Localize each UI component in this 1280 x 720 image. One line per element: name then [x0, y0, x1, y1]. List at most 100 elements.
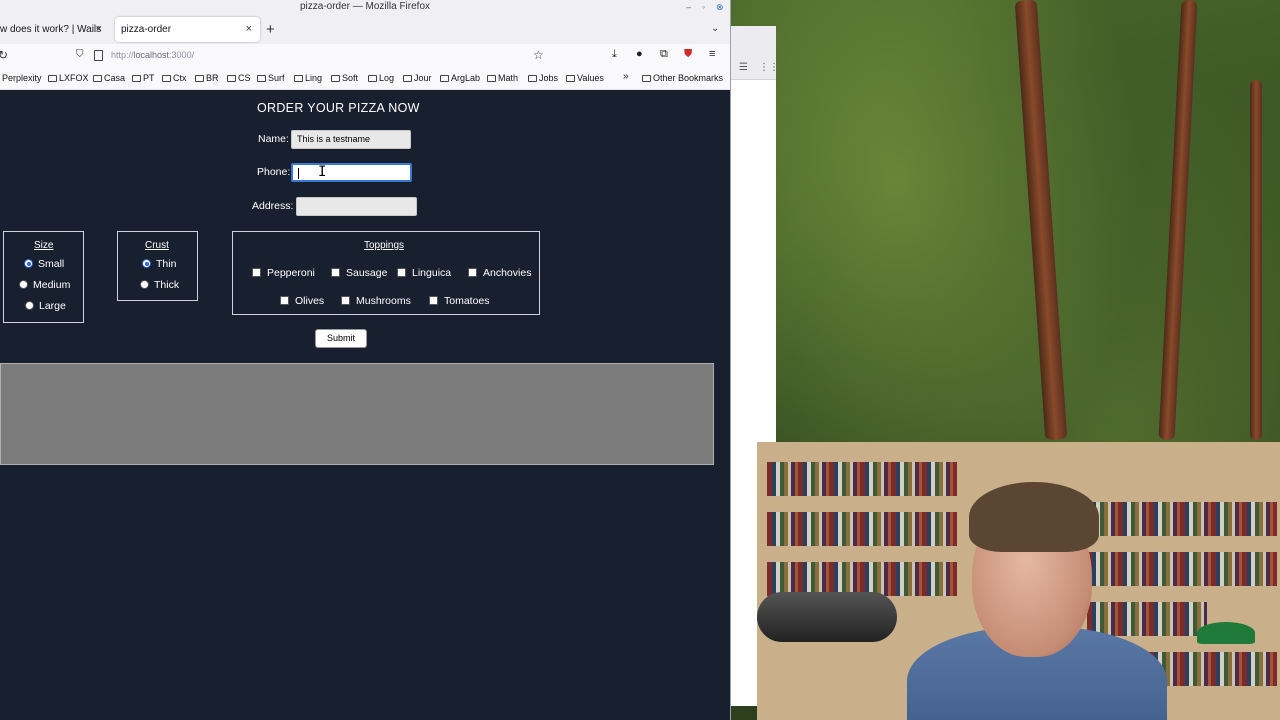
checkbox[interactable] [252, 268, 261, 277]
close-tab-icon[interactable]: × [96, 17, 102, 42]
toppings-fieldset: Toppings Pepperoni Sausage Linguica Anch… [232, 231, 540, 315]
checkbox[interactable] [468, 268, 477, 277]
bookmark-folder[interactable]: CS [227, 73, 251, 83]
crust-legend: Crust [145, 240, 169, 251]
tab-label: w does it work? | Wails [0, 24, 102, 35]
ublock-icon[interactable]: ⛊ [684, 48, 692, 61]
close-tab-icon[interactable]: × [246, 17, 252, 42]
bookmark-folder[interactable]: PT [132, 73, 155, 83]
address-field[interactable] [296, 197, 417, 216]
folder-icon [566, 75, 575, 82]
folder-icon [48, 75, 57, 82]
folder-icon [227, 75, 236, 82]
other-bookmarks[interactable]: Other Bookmarks [642, 73, 723, 83]
folder-icon [368, 75, 377, 82]
bookmark-folder[interactable]: Surf [257, 73, 285, 83]
minimize-icon[interactable]: – [686, 0, 691, 14]
window-titlebar: pizza-order — Mozilla Firefox – ◦ ⊗ [0, 0, 730, 14]
topping-olives[interactable]: Olives [280, 295, 324, 307]
checkbox[interactable] [429, 296, 438, 305]
size-option-medium[interactable]: Medium [19, 279, 70, 291]
folder-icon [162, 75, 171, 82]
bookmark-star-icon[interactable]: ☆ [533, 48, 544, 62]
tab-wails[interactable]: w does it work? | Wails × [0, 17, 110, 42]
name-label: Name: [258, 133, 289, 145]
bookmark-folder[interactable]: Values [566, 73, 604, 83]
bookmark-folder[interactable]: Ctx [162, 73, 187, 83]
downloads-icon[interactable]: ⤓ [612, 48, 617, 61]
crust-option-thin[interactable]: Thin [142, 258, 176, 270]
window-title: pizza-order — Mozilla Firefox [299, 1, 431, 12]
bookmark-folder[interactable]: Log [368, 73, 394, 83]
size-option-large[interactable]: Large [25, 300, 66, 312]
navigation-bar: ↻ ⛉ http://localhost:3000/ ☆ ⤓ ● ⧉ ⛊ ≡ [0, 44, 730, 68]
radio-button[interactable] [19, 280, 28, 289]
toppings-legend: Toppings [364, 240, 405, 251]
checkbox[interactable] [331, 268, 340, 277]
tab-label: pizza-order [121, 24, 172, 35]
bookmarks-toolbar: Perplexity LXFOX Casa PT Ctx BR CS Surf … [0, 68, 730, 90]
new-tab-button[interactable]: + [266, 17, 275, 42]
topping-anchovies[interactable]: Anchovies [468, 267, 531, 279]
address-label: Address: [252, 200, 294, 212]
bookmark-folder[interactable]: Math [487, 73, 518, 83]
extensions-icon[interactable]: ⧉ [660, 48, 668, 61]
tracking-protection-icon[interactable]: ⛉ [76, 49, 84, 60]
radio-button[interactable] [140, 280, 149, 289]
account-icon[interactable]: ● [636, 48, 643, 60]
topping-linguica[interactable]: Linguica [397, 267, 451, 279]
reload-icon[interactable]: ↻ [0, 48, 8, 62]
size-legend: Size [34, 240, 54, 251]
camera-equipment [757, 592, 897, 642]
topping-pepperoni[interactable]: Pepperoni [252, 267, 315, 279]
crust-fieldset: Crust Thin Thick [117, 231, 198, 301]
folder-icon [93, 75, 102, 82]
tab-pizza-order[interactable]: pizza-order × [115, 17, 260, 42]
list-all-tabs-icon[interactable]: ⌄ [711, 23, 719, 34]
webcam-overlay [757, 442, 1280, 720]
checkbox[interactable] [341, 296, 350, 305]
person-hair [969, 482, 1099, 552]
bookmark-folder[interactable]: BR [195, 73, 219, 83]
bookmark-folder[interactable]: Casa [93, 73, 125, 83]
folder-icon [487, 75, 496, 82]
page-title: ORDER YOUR PIZZA NOW [257, 101, 420, 115]
bookmark-folder[interactable]: Soft [331, 73, 358, 83]
radio-button[interactable] [142, 259, 151, 268]
phone-field[interactable] [291, 163, 412, 182]
folder-icon [257, 75, 266, 82]
desk-lamp [1197, 622, 1255, 644]
phone-label: Phone: [257, 166, 291, 178]
radio-button[interactable] [24, 259, 33, 268]
crust-option-thick[interactable]: Thick [140, 279, 179, 291]
url-bar[interactable]: http://localhost:3000/ [111, 50, 194, 60]
topping-tomatoes[interactable]: Tomatoes [429, 295, 490, 307]
name-field[interactable]: This is a testname [291, 130, 411, 149]
page-info-icon[interactable] [94, 50, 103, 61]
bookmark-folder[interactable]: Jour [403, 73, 432, 83]
bookmark-folder[interactable]: Ling [294, 73, 322, 83]
radio-button[interactable] [25, 301, 34, 310]
bookmark-item[interactable]: Perplexity [2, 73, 42, 83]
text-caret [298, 168, 299, 179]
checkbox[interactable] [280, 296, 289, 305]
size-fieldset: Size Small Medium Large [3, 231, 84, 323]
topping-sausage[interactable]: Sausage [331, 267, 387, 279]
size-option-small[interactable]: Small [24, 258, 64, 270]
close-window-icon[interactable]: ⊗ [716, 0, 724, 14]
output-textarea[interactable] [0, 363, 714, 465]
folder-icon [195, 75, 204, 82]
menu-icon[interactable]: ≡ [709, 48, 715, 60]
submit-button[interactable]: Submit [315, 329, 367, 348]
bookmark-folder[interactable]: ArgLab [440, 73, 480, 83]
tab-strip: w does it work? | Wails × pizza-order × … [0, 14, 730, 44]
firefox-window: pizza-order — Mozilla Firefox – ◦ ⊗ w do… [0, 0, 731, 720]
bookmark-folder[interactable]: LXFOX [48, 73, 89, 83]
checkbox[interactable] [397, 268, 406, 277]
text-cursor-icon: I [318, 164, 327, 180]
bookmark-folder[interactable]: Jobs [528, 73, 558, 83]
maximize-icon[interactable]: ◦ [702, 0, 705, 14]
folder-icon [642, 75, 651, 82]
topping-mushrooms[interactable]: Mushrooms [341, 295, 411, 307]
bookmarks-overflow-icon[interactable]: » [623, 71, 629, 82]
